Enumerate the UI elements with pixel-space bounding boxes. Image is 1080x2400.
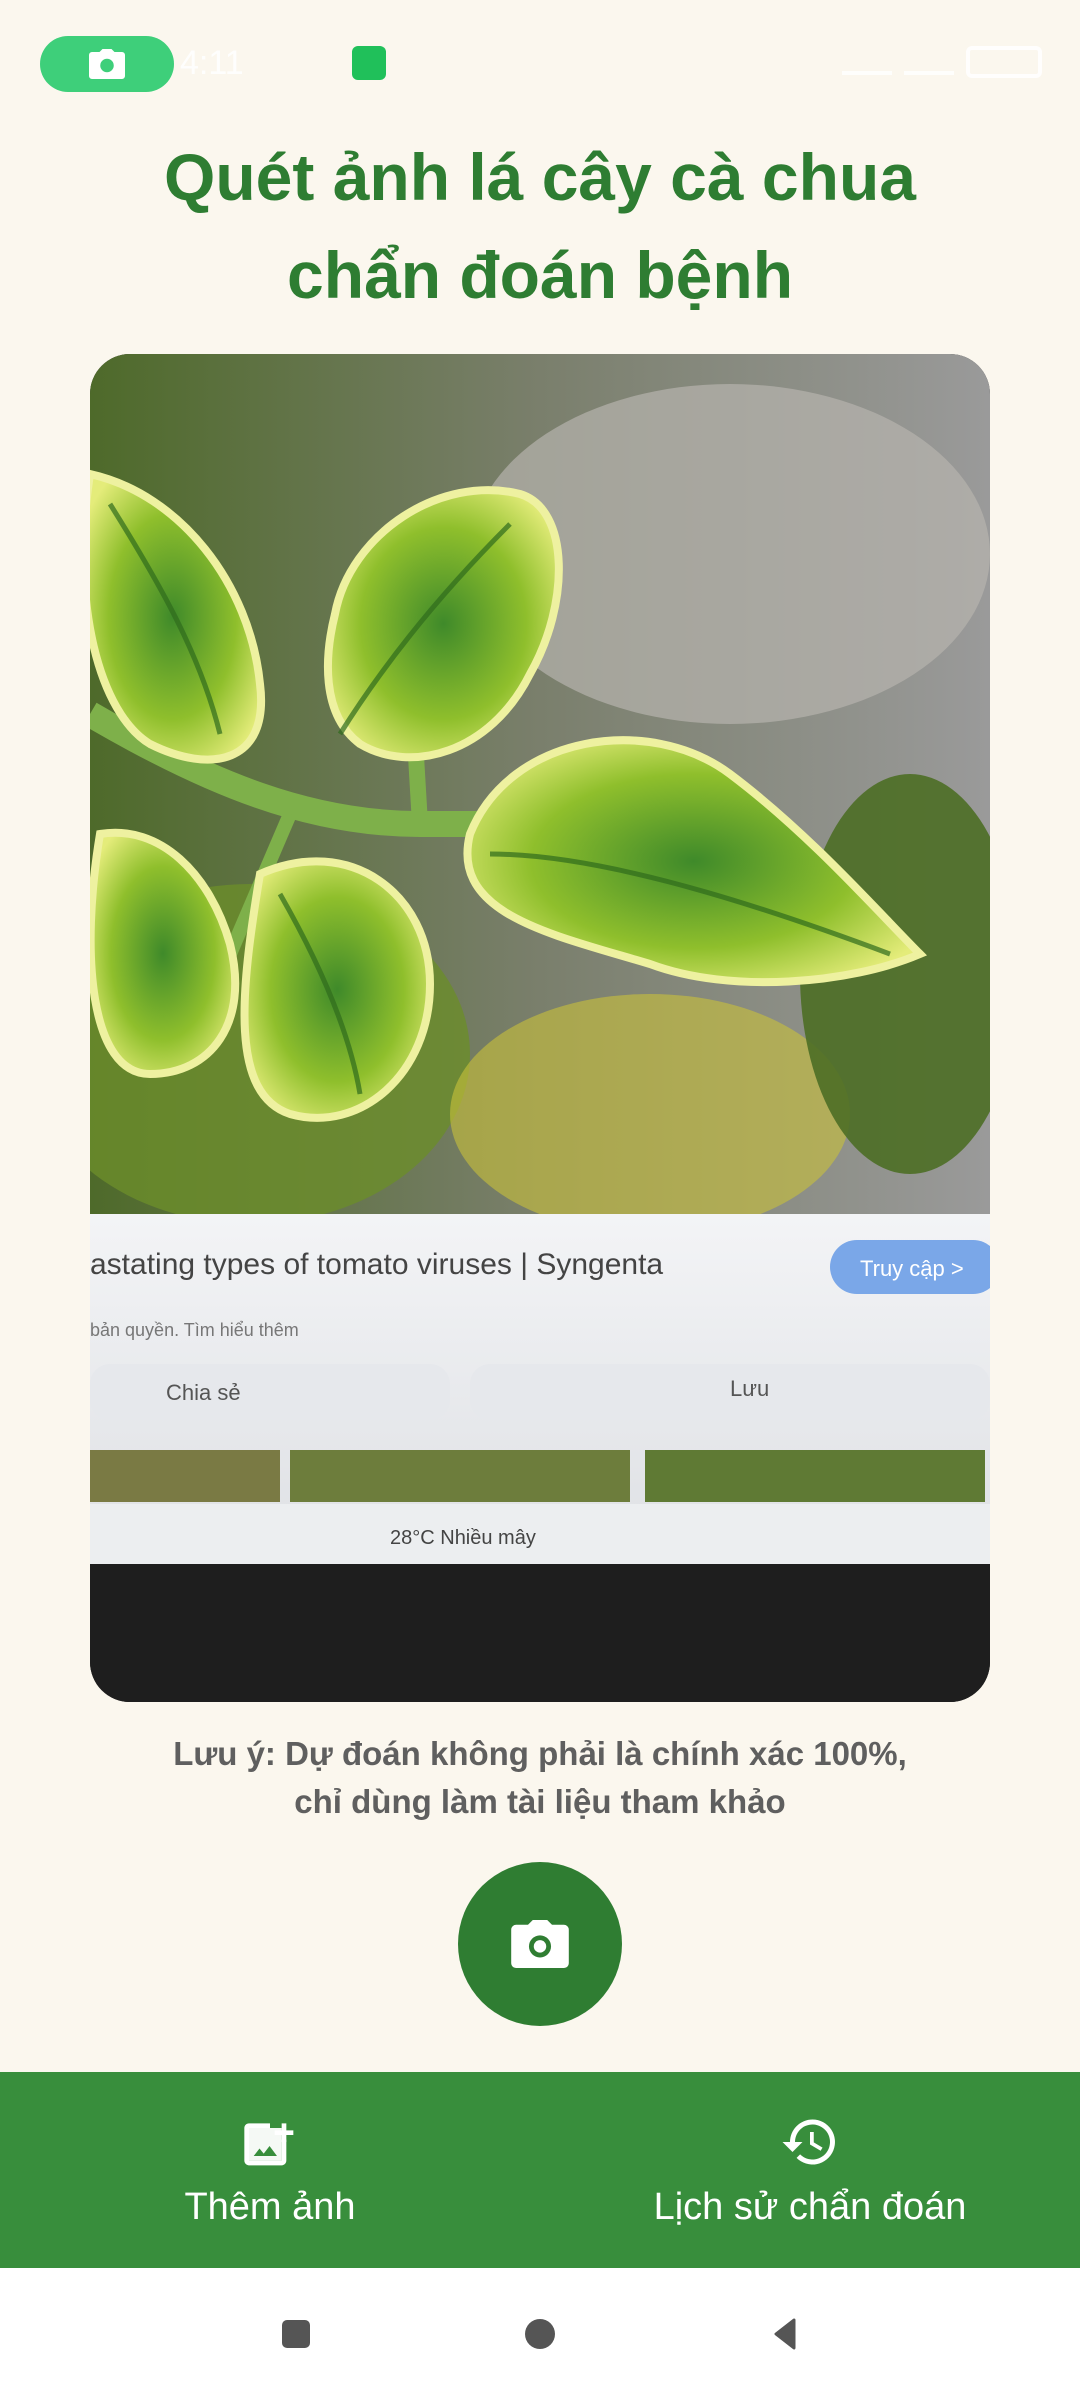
nav-add-photo-label: Thêm ảnh bbox=[184, 2185, 356, 2228]
bottom-navigation: Thêm ảnh Lịch sử chẩn đoán bbox=[0, 2072, 1080, 2268]
notice-line-1: Lưu ý: Dự đoán không phải là chính xác 1… bbox=[173, 1735, 907, 1772]
recents-icon bbox=[282, 2320, 310, 2348]
screen-copyright: bản quyền. Tìm hiểu thêm bbox=[90, 1320, 299, 1340]
disclaimer-notice: Lưu ý: Dự đoán không phải là chính xác 1… bbox=[80, 1730, 1000, 1826]
app-icon bbox=[352, 46, 386, 80]
tomato-leaf-photo: astating types of tomato viruses | Synge… bbox=[90, 354, 990, 1702]
status-bar: 4:11 bbox=[0, 0, 1080, 128]
add-photo-icon bbox=[242, 2112, 298, 2172]
back-icon bbox=[774, 2318, 796, 2350]
page-title: Quét ảnh lá cây cà chua chẩn đoán bệnh bbox=[80, 128, 1000, 324]
camera-icon bbox=[511, 1920, 569, 1968]
title-line-2: chẩn đoán bệnh bbox=[286, 238, 794, 312]
system-navigation-bar bbox=[0, 2268, 1080, 2400]
home-button[interactable] bbox=[518, 2312, 562, 2356]
signal-icon bbox=[842, 49, 892, 75]
status-indicators bbox=[842, 46, 1042, 78]
camera-indicator bbox=[40, 36, 174, 92]
wifi-icon bbox=[904, 49, 954, 75]
image-preview: astating types of tomato viruses | Synge… bbox=[90, 354, 990, 1702]
nav-add-photo[interactable]: Thêm ảnh bbox=[0, 2072, 540, 2268]
screen-headline: astating types of tomato viruses | Synge… bbox=[90, 1248, 663, 1281]
home-icon bbox=[525, 2319, 555, 2349]
back-button[interactable] bbox=[762, 2312, 806, 2356]
nav-history-label: Lịch sử chẩn đoán bbox=[653, 2185, 967, 2228]
screen-save-label: Lưu bbox=[730, 1376, 769, 1401]
status-time: 4:11 bbox=[180, 44, 244, 82]
notice-line-2: chỉ dùng làm tài liệu tham khảo bbox=[294, 1783, 786, 1820]
title-line-1: Quét ảnh lá cây cà chua bbox=[164, 140, 916, 214]
camera-icon bbox=[89, 49, 125, 79]
screen-access-button: Truy cập > bbox=[860, 1256, 964, 1281]
recents-button[interactable] bbox=[274, 2312, 318, 2356]
capture-button[interactable] bbox=[458, 1862, 622, 2026]
screen-weather: 28°C Nhiều mây bbox=[390, 1527, 536, 1549]
nav-history[interactable]: Lịch sử chẩn đoán bbox=[540, 2072, 1080, 2268]
history-icon bbox=[780, 2112, 840, 2172]
screen-share-label: Chia sẻ bbox=[166, 1380, 241, 1405]
battery-icon bbox=[966, 46, 1042, 78]
